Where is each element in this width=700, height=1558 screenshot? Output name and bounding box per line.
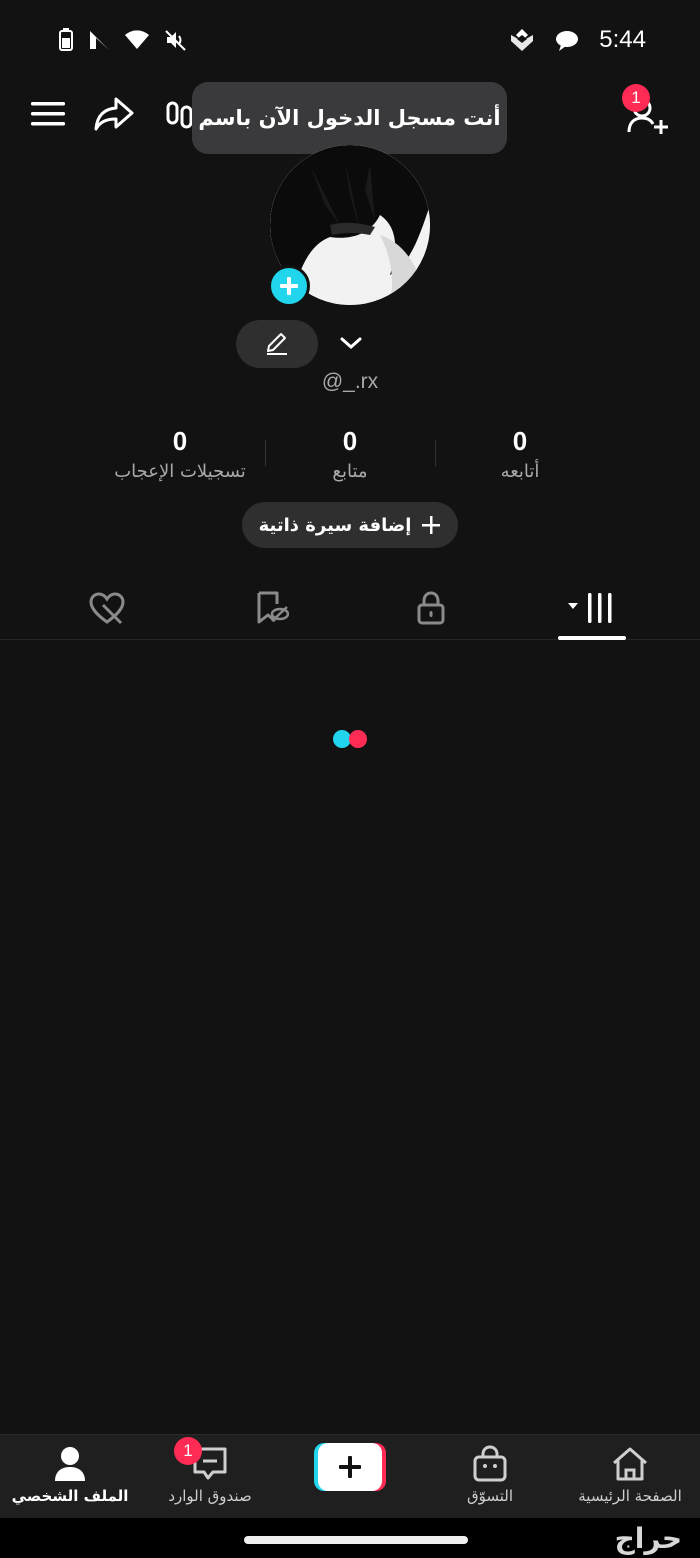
share-profile-button[interactable] xyxy=(92,92,136,136)
chevron-down-icon xyxy=(340,337,362,350)
nav-inbox-label: صندوق الوارد xyxy=(168,1487,252,1505)
add-bio-button[interactable]: إضافة سيرة ذاتية xyxy=(242,502,458,548)
bookmark-hidden-icon xyxy=(257,591,289,624)
edit-profile-button[interactable] xyxy=(236,320,318,368)
status-time: 5:44 xyxy=(599,26,646,53)
profile-stats: 0 أتابعه 0 متابع 0 تسجيلات الإعجاب xyxy=(0,426,700,496)
following-label: أتابعه xyxy=(500,461,540,482)
nav-home-label: الصفحة الرئيسية xyxy=(578,1487,682,1505)
shopping-bag-icon xyxy=(473,1445,507,1482)
signal-icon xyxy=(90,31,108,49)
share-arrow-icon xyxy=(94,97,134,131)
tab-favorites[interactable] xyxy=(236,586,306,630)
home-icon xyxy=(613,1447,647,1481)
menu-button[interactable] xyxy=(26,92,70,136)
nav-profile[interactable]: الملف الشخصي xyxy=(0,1443,140,1505)
add-bio-label: إضافة سيرة ذاتية xyxy=(258,514,412,536)
nav-shop-label: التسوّق xyxy=(466,1487,514,1505)
username: @_.rx xyxy=(321,370,379,393)
create-button[interactable] xyxy=(314,1443,386,1491)
lock-icon xyxy=(417,591,445,625)
account-switch-button[interactable] xyxy=(330,322,372,364)
chat-bubble-icon xyxy=(556,31,579,51)
active-tab-indicator xyxy=(558,636,626,640)
followers-count: 0 xyxy=(342,426,358,456)
loading-dots-icon xyxy=(333,730,367,748)
inbox-badge: 1 xyxy=(174,1437,202,1465)
pencil-icon xyxy=(267,333,287,355)
battery-saver-icon xyxy=(59,28,73,51)
tab-videos[interactable] xyxy=(556,586,626,630)
footprint-button[interactable] xyxy=(162,92,196,136)
loading-indicator xyxy=(332,729,372,749)
profile-person-icon xyxy=(55,1447,85,1481)
status-bar: 5:44 xyxy=(0,0,700,80)
nav-inbox[interactable]: صندوق الوارد xyxy=(140,1443,280,1505)
status-icons-left xyxy=(58,28,188,52)
plus-icon xyxy=(422,516,441,534)
notification-app-icon xyxy=(511,29,534,51)
followers-stat[interactable]: 0 متابع xyxy=(260,426,440,482)
wifi-icon xyxy=(125,30,149,49)
grid-icon xyxy=(568,593,612,623)
likes-label: تسجيلات الإعجاب xyxy=(114,461,246,482)
tooltip-text: أنت مسجل الدخول الآن باسم xyxy=(198,106,501,130)
nav-profile-label: الملف الشخصي xyxy=(11,1487,129,1505)
haraj-watermark: حراج xyxy=(614,1522,682,1555)
footprint-icon xyxy=(166,101,193,129)
add-friend-badge: 1 xyxy=(622,84,650,112)
add-avatar-button[interactable] xyxy=(268,265,310,307)
mute-icon xyxy=(165,30,186,51)
nav-shop[interactable]: التسوّق xyxy=(420,1443,560,1505)
tab-private[interactable] xyxy=(396,586,466,630)
status-icons-right: 5:44 xyxy=(509,26,646,54)
content-tabs xyxy=(0,578,700,640)
home-indicator[interactable] xyxy=(244,1536,468,1544)
hamburger-menu-icon xyxy=(31,102,65,126)
following-count: 0 xyxy=(512,426,528,456)
tab-liked[interactable] xyxy=(72,586,142,630)
nav-home[interactable]: الصفحة الرئيسية xyxy=(560,1443,700,1505)
heart-hidden-icon xyxy=(89,592,125,625)
create-plus-icon xyxy=(314,1443,386,1491)
plus-icon xyxy=(280,277,298,295)
following-stat[interactable]: 0 أتابعه xyxy=(430,426,610,482)
followers-label: متابع xyxy=(332,461,368,482)
likes-stat[interactable]: 0 تسجيلات الإعجاب xyxy=(90,426,270,482)
likes-count: 0 xyxy=(172,426,188,456)
logged-in-tooltip: أنت مسجل الدخول الآن باسم xyxy=(192,82,507,164)
